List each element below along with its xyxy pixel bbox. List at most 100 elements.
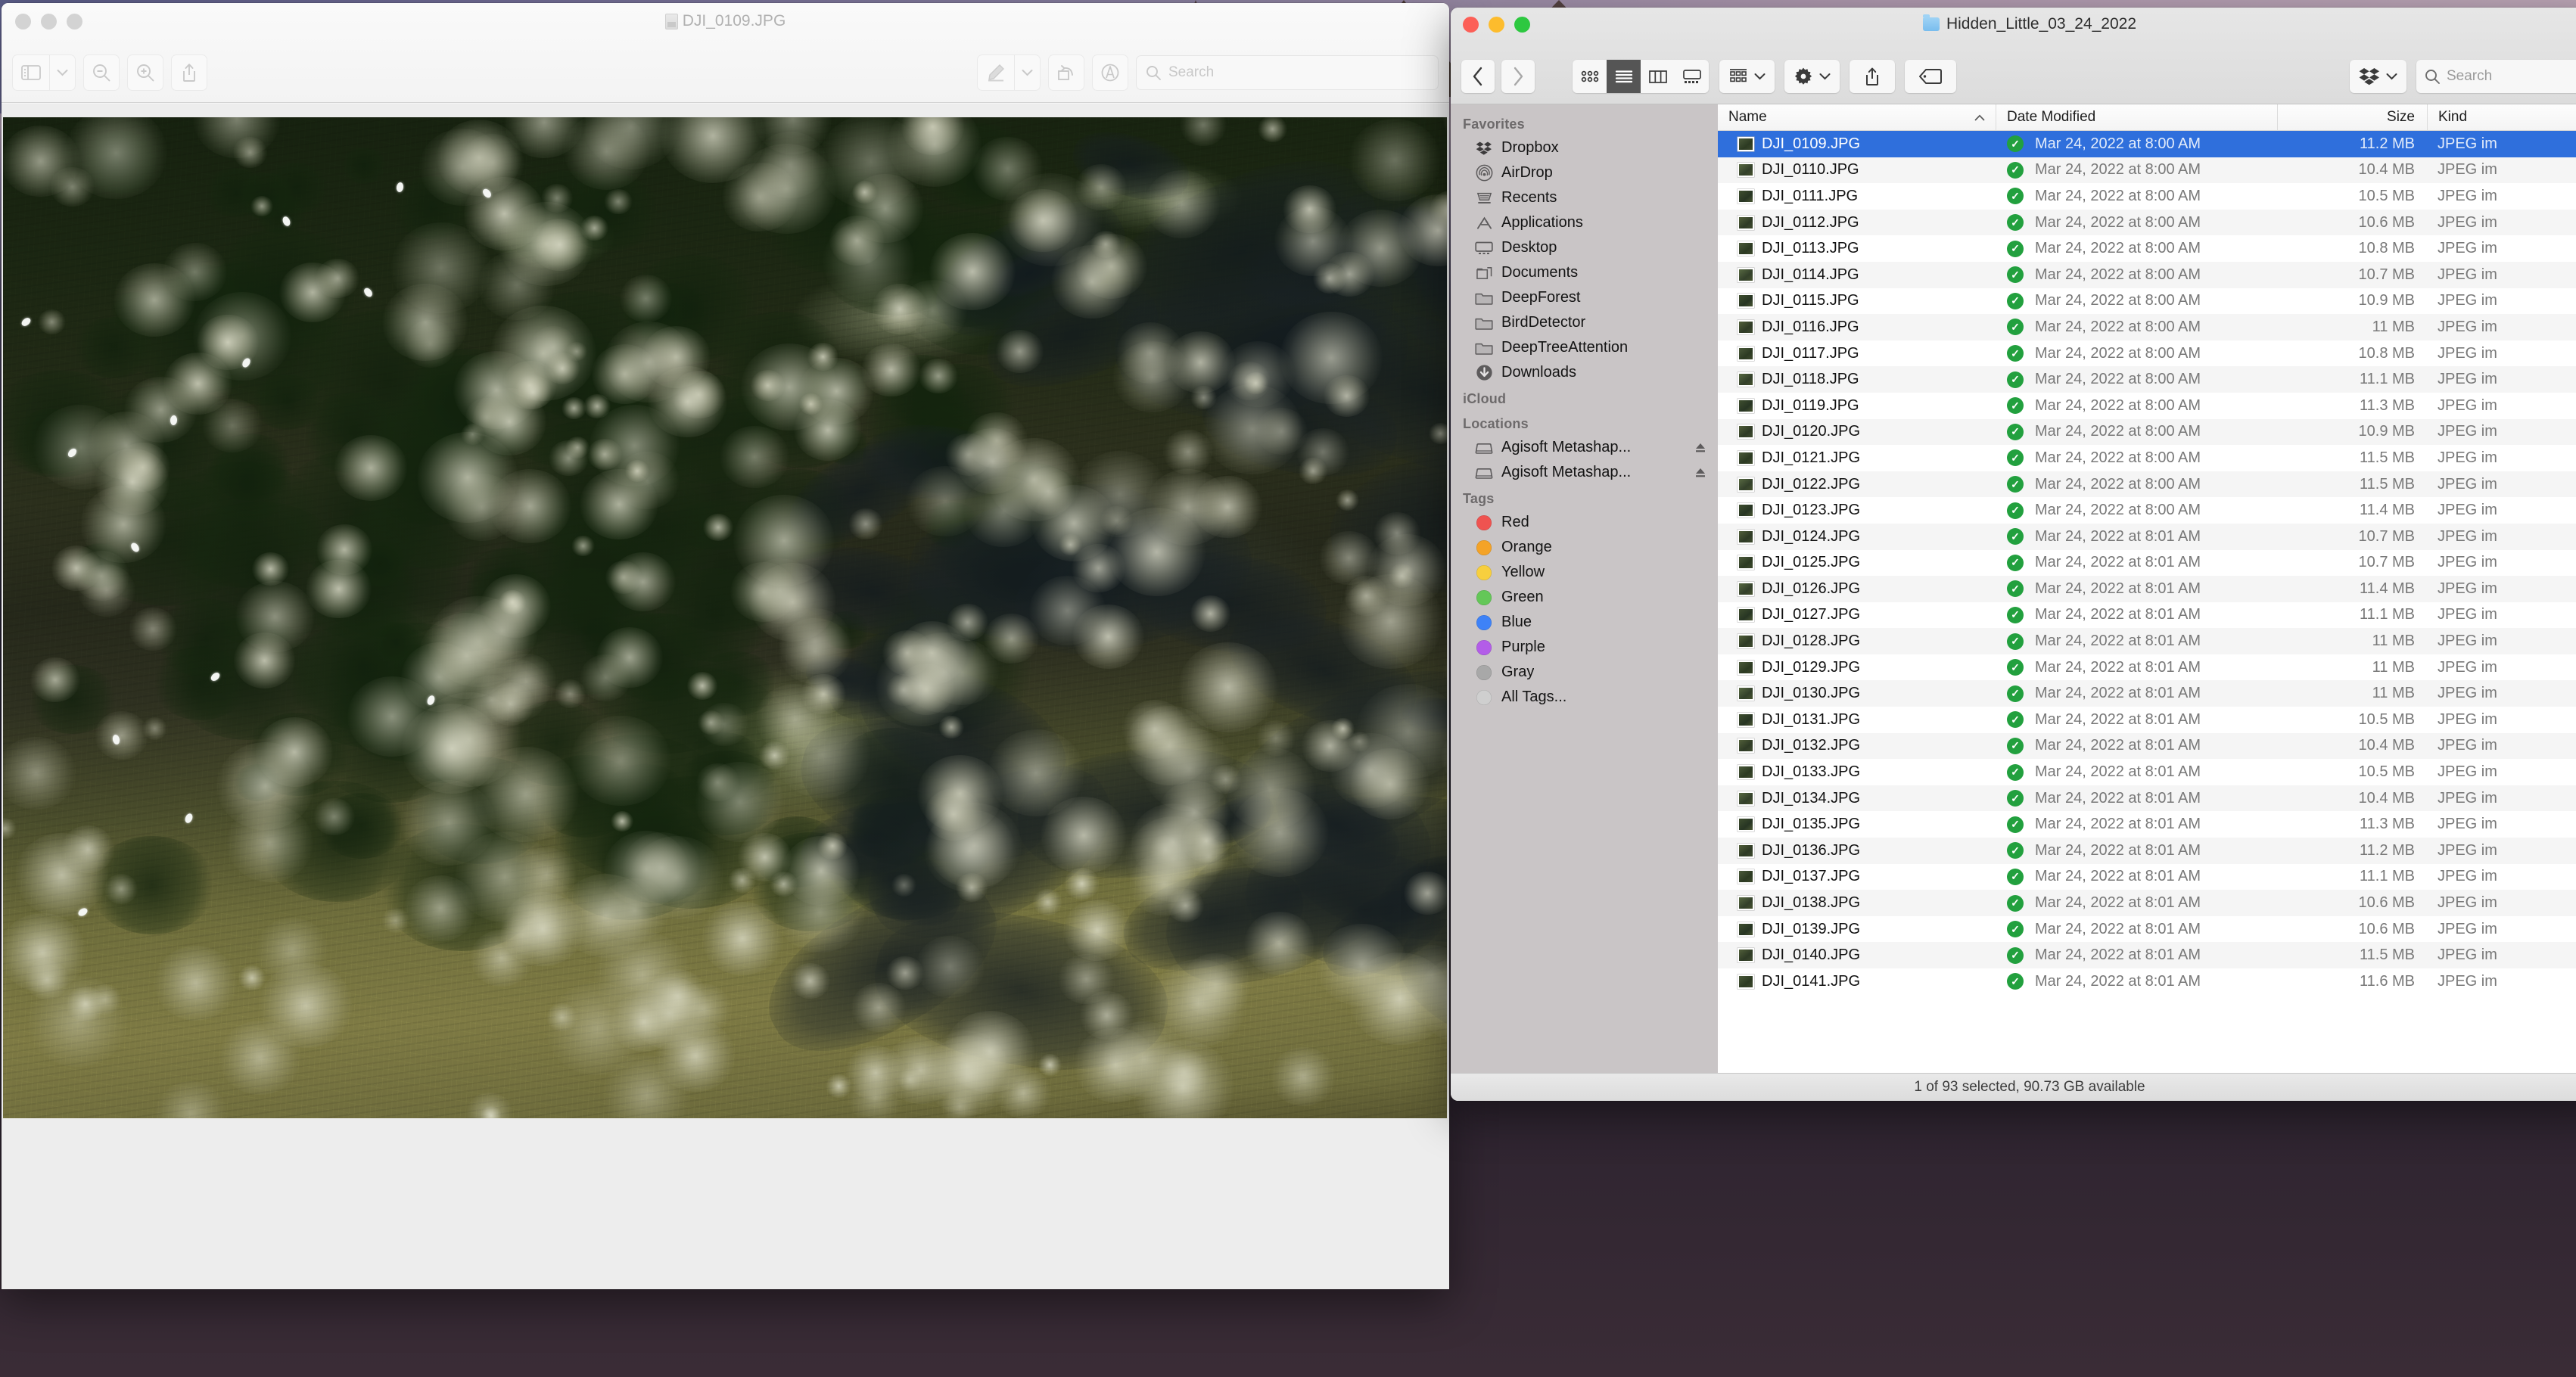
sidebar-item-gray[interactable]: Gray	[1451, 660, 1718, 685]
file-row[interactable]: DJI_0112.JPG ✓ Mar 24, 2022 at 8:00 AM 10.6…	[1718, 209, 2576, 236]
file-name-cell[interactable]: DJI_0122.JPG	[1718, 471, 1996, 498]
markup-button[interactable]	[977, 54, 1041, 91]
finder-toolbar[interactable]: Search	[1451, 54, 2576, 99]
file-name-cell[interactable]: DJI_0138.JPG	[1718, 890, 1996, 916]
file-row[interactable]: DJI_0113.JPG ✓ Mar 24, 2022 at 8:00 AM 10.8…	[1718, 235, 2576, 262]
file-name-cell[interactable]: DJI_0130.JPG	[1718, 680, 1996, 707]
file-row[interactable]: DJI_0134.JPG ✓ Mar 24, 2022 at 8:01 AM 10.4…	[1718, 785, 2576, 812]
file-row[interactable]: DJI_0117.JPG ✓ Mar 24, 2022 at 8:00 AM 10.8…	[1718, 340, 2576, 367]
file-row[interactable]: DJI_0140.JPG ✓ Mar 24, 2022 at 8:01 AM 11.5…	[1718, 942, 2576, 968]
file-row[interactable]: DJI_0123.JPG ✓ Mar 24, 2022 at 8:00 AM 11.4…	[1718, 497, 2576, 524]
column-header-name[interactable]: Name	[1718, 104, 1996, 130]
file-row[interactable]: DJI_0141.JPG ✓ Mar 24, 2022 at 8:01 AM 11.6…	[1718, 968, 2576, 995]
sidebar-item-downloads[interactable]: Downloads	[1451, 360, 1718, 385]
sidebar-item-deepforest[interactable]: DeepForest	[1451, 285, 1718, 310]
file-name-cell[interactable]: DJI_0119.JPG	[1718, 393, 1996, 419]
file-row[interactable]: DJI_0114.JPG ✓ Mar 24, 2022 at 8:00 AM 10.7…	[1718, 261, 2576, 288]
file-name-cell[interactable]: DJI_0137.JPG	[1718, 864, 1996, 891]
file-row[interactable]: DJI_0138.JPG ✓ Mar 24, 2022 at 8:01 AM 10.6…	[1718, 890, 2576, 916]
file-name-cell[interactable]: DJI_0127.JPG	[1718, 602, 1996, 629]
file-row[interactable]: DJI_0122.JPG ✓ Mar 24, 2022 at 8:00 AM 11.5…	[1718, 471, 2576, 498]
dropbox-button[interactable]	[2350, 60, 2406, 93]
file-name-cell[interactable]: DJI_0112.JPG	[1718, 210, 1996, 236]
finder-sidebar[interactable]: Favorites Dropbox AirDrop Recents Applicatio…	[1451, 104, 1718, 1073]
file-name-cell[interactable]: DJI_0115.JPG	[1718, 288, 1996, 315]
file-name-cell[interactable]: DJI_0118.JPG	[1718, 366, 1996, 393]
zoom-out-button[interactable]	[83, 54, 120, 91]
file-row[interactable]: DJI_0110.JPG ✓ Mar 24, 2022 at 8:00 AM 10.4…	[1718, 157, 2576, 184]
finder-titlebar[interactable]: Hidden_Little_03_24_2022 Search	[1451, 8, 2576, 104]
annotate-button[interactable]	[1092, 54, 1128, 91]
sidebar-item-desktop[interactable]: Desktop	[1451, 235, 1718, 260]
file-row[interactable]: DJI_0115.JPG ✓ Mar 24, 2022 at 8:00 AM 10.9…	[1718, 288, 2576, 315]
sidebar-item-dropbox[interactable]: Dropbox	[1451, 135, 1718, 160]
sidebar-item-all-tags[interactable]: All Tags...	[1451, 685, 1718, 710]
sidebar-item-deeptreeattention[interactable]: DeepTreeAttention	[1451, 335, 1718, 360]
file-row[interactable]: DJI_0137.JPG ✓ Mar 24, 2022 at 8:01 AM 11.1…	[1718, 864, 2576, 891]
preview-right-tools[interactable]: Search	[977, 54, 1439, 91]
chevron-down-icon[interactable]	[1819, 73, 1831, 80]
file-row[interactable]: DJI_0119.JPG ✓ Mar 24, 2022 at 8:00 AM 11.3…	[1718, 393, 2576, 419]
file-row[interactable]: DJI_0133.JPG ✓ Mar 24, 2022 at 8:01 AM 10.5…	[1718, 759, 2576, 785]
sidebar-item-yellow[interactable]: Yellow	[1451, 560, 1718, 585]
file-name-cell[interactable]: DJI_0139.JPG	[1718, 916, 1996, 943]
file-row[interactable]: DJI_0135.JPG ✓ Mar 24, 2022 at 8:01 AM 11.3…	[1718, 811, 2576, 838]
sidebar-item-birddetector[interactable]: BirdDetector	[1451, 310, 1718, 335]
preview-window[interactable]: DJI_0109.JPG Search	[2, 3, 1449, 1289]
sidebar-item-airdrop[interactable]: AirDrop	[1451, 160, 1718, 185]
column-header-date-modified[interactable]: Date Modified	[1996, 104, 2277, 130]
file-name-cell[interactable]: DJI_0131.JPG	[1718, 707, 1996, 733]
file-name-cell[interactable]: DJI_0136.JPG	[1718, 838, 1996, 864]
chevron-down-icon[interactable]	[2386, 73, 2397, 80]
chevron-down-icon[interactable]	[1014, 55, 1040, 90]
file-row[interactable]: DJI_0111.JPG ✓ Mar 24, 2022 at 8:00 AM 10.5…	[1718, 183, 2576, 210]
column-header-size[interactable]: Size	[2277, 104, 2427, 130]
file-name-cell[interactable]: DJI_0117.JPG	[1718, 340, 1996, 367]
gallery-view-button[interactable]	[1675, 60, 1709, 93]
file-row[interactable]: DJI_0118.JPG ✓ Mar 24, 2022 at 8:00 AM 11.1…	[1718, 366, 2576, 393]
sidebar-item-recents[interactable]: Recents	[1451, 185, 1718, 210]
file-name-cell[interactable]: DJI_0140.JPG	[1718, 942, 1996, 968]
zoom-in-button[interactable]	[127, 54, 163, 91]
file-name-cell[interactable]: DJI_0120.JPG	[1718, 419, 1996, 446]
file-name-cell[interactable]: DJI_0111.JPG	[1718, 183, 1996, 210]
preview-search-field[interactable]: Search	[1136, 55, 1439, 90]
file-list-rows[interactable]: DJI_0109.JPG ✓ Mar 24, 2022 at 8:00 AM 11.2…	[1718, 131, 2576, 1073]
file-row[interactable]: DJI_0120.JPG ✓ Mar 24, 2022 at 8:00 AM 10.9…	[1718, 418, 2576, 446]
file-name-cell[interactable]: DJI_0133.JPG	[1718, 759, 1996, 785]
share-button[interactable]	[171, 54, 207, 91]
file-name-cell[interactable]: DJI_0124.JPG	[1718, 524, 1996, 550]
sidebar-item-applications[interactable]: Applications	[1451, 210, 1718, 235]
sidebar-item-agisoft-metashap[interactable]: Agisoft Metashap...	[1451, 460, 1718, 485]
file-name-cell[interactable]: DJI_0123.JPG	[1718, 497, 1996, 524]
file-row[interactable]: DJI_0109.JPG ✓ Mar 24, 2022 at 8:00 AM 11.2…	[1718, 131, 2576, 157]
file-name-cell[interactable]: DJI_0132.JPG	[1718, 733, 1996, 760]
file-name-cell[interactable]: DJI_0113.JPG	[1718, 235, 1996, 262]
file-row[interactable]: DJI_0126.JPG ✓ Mar 24, 2022 at 8:01 AM 11.4…	[1718, 576, 2576, 602]
view-mode-group[interactable]	[1573, 60, 1709, 93]
file-name-cell[interactable]: DJI_0110.JPG	[1718, 157, 1996, 184]
file-name-cell[interactable]: DJI_0134.JPG	[1718, 785, 1996, 812]
file-name-cell[interactable]: DJI_0116.JPG	[1718, 314, 1996, 340]
file-row[interactable]: DJI_0139.JPG ✓ Mar 24, 2022 at 8:01 AM 10.6…	[1718, 916, 2576, 943]
file-name-cell[interactable]: DJI_0114.JPG	[1718, 262, 1996, 288]
finder-right-tools[interactable]: Search	[2350, 60, 2576, 93]
file-row[interactable]: DJI_0130.JPG ✓ Mar 24, 2022 at 8:01 AM 11 M…	[1718, 680, 2576, 707]
file-name-cell[interactable]: DJI_0141.JPG	[1718, 968, 1996, 995]
sidebar-item-blue[interactable]: Blue	[1451, 610, 1718, 635]
file-row[interactable]: DJI_0131.JPG ✓ Mar 24, 2022 at 8:01 AM 10.5…	[1718, 707, 2576, 733]
eject-icon[interactable]	[1694, 466, 1707, 480]
forward-button[interactable]	[1501, 60, 1535, 93]
file-list-area[interactable]: Name Date Modified Size Kind DJI_0109.JP…	[1718, 104, 2576, 1073]
sidebar-item-agisoft-metashap[interactable]: Agisoft Metashap...	[1451, 435, 1718, 460]
finder-nav-buttons[interactable]	[1461, 60, 1535, 93]
file-name-cell[interactable]: DJI_0109.JPG	[1718, 131, 1996, 157]
file-name-cell[interactable]: DJI_0129.JPG	[1718, 654, 1996, 681]
file-row[interactable]: DJI_0136.JPG ✓ Mar 24, 2022 at 8:01 AM 11.2…	[1718, 838, 2576, 864]
file-row[interactable]: DJI_0124.JPG ✓ Mar 24, 2022 at 8:01 AM 10.7…	[1718, 523, 2576, 550]
chevron-down-icon[interactable]	[1754, 73, 1766, 80]
sidebar-item-purple[interactable]: Purple	[1451, 635, 1718, 660]
column-view-button[interactable]	[1641, 60, 1675, 93]
finder-search-field[interactable]: Search	[2416, 60, 2576, 93]
file-row[interactable]: DJI_0132.JPG ✓ Mar 24, 2022 at 8:01 AM 10.4…	[1718, 732, 2576, 760]
